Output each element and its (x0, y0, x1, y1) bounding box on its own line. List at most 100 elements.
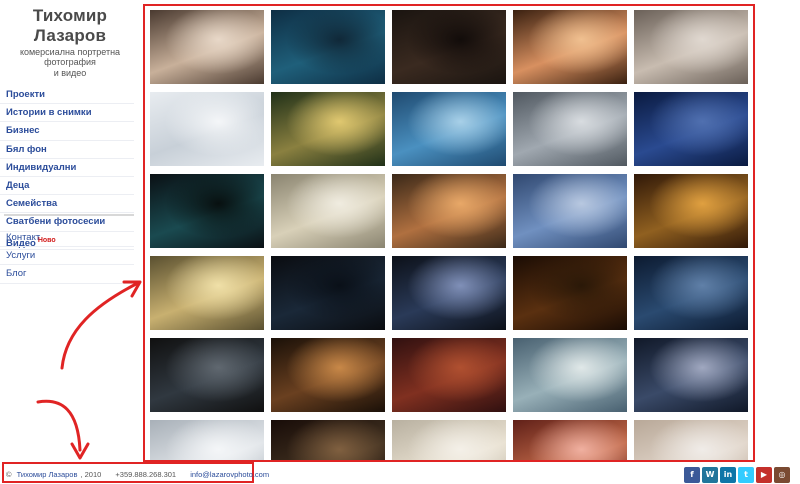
thumb-photo (150, 10, 264, 84)
twitter-icon[interactable]: t (738, 467, 754, 483)
thumb-candle-writer[interactable] (513, 256, 627, 330)
footer-email-link[interactable]: info@lazarovphoto.com (190, 470, 269, 479)
thumb-photo (513, 420, 627, 460)
thumb-snow-fight[interactable] (150, 92, 264, 166)
thumb-trading-screens[interactable] (271, 256, 385, 330)
thumb-sunlit-forest[interactable] (271, 92, 385, 166)
footer-phone: +359.888.268.301 (115, 470, 177, 479)
thumb-photo (392, 338, 506, 412)
nav-item-label: Бял фон (6, 143, 47, 155)
footer: © Тихомир Лазаров, 2010 +359.888.268.301… (6, 470, 272, 479)
thumb-photo (634, 420, 748, 460)
thumb-photo (271, 256, 385, 330)
nav-item-families[interactable]: Семейства (0, 195, 134, 214)
thumb-pool-table[interactable] (150, 174, 264, 248)
thumb-car-shopping[interactable] (392, 92, 506, 166)
thumb-window-light[interactable] (271, 174, 385, 248)
thumb-photo (271, 92, 385, 166)
thumb-photo (392, 256, 506, 330)
nav-item-label: Блог (6, 268, 27, 280)
nav-item-label: Индивидуални (6, 161, 77, 173)
thumb-photo (271, 10, 385, 84)
linkedin-icon[interactable]: in (720, 467, 736, 483)
nav-item-children[interactable]: Деца (0, 177, 134, 196)
nav-item-label: Контакт (6, 232, 41, 243)
thumb-photo (150, 92, 264, 166)
thumb-photo (150, 174, 264, 248)
thumb-underwater-woman[interactable] (271, 10, 385, 84)
thumb-mountain-sunset[interactable] (392, 174, 506, 248)
nav-item-contact[interactable]: Контакт (0, 229, 134, 248)
nav-item-label: Проекти (6, 89, 45, 100)
thumb-wedding-blue[interactable] (634, 92, 748, 166)
nav-item-photo-stories[interactable]: Истории в снимки (0, 104, 134, 123)
thumb-portrait-woman[interactable] (513, 10, 627, 84)
footer-author-link[interactable]: Тихомир Лазаров (17, 470, 78, 479)
thumb-photo (392, 420, 506, 460)
thumb-photo (271, 174, 385, 248)
thumb-photo (150, 420, 264, 460)
thumb-piano-room[interactable] (150, 10, 264, 84)
thumb-photo (634, 10, 748, 84)
site-tagline-2: и видео (53, 68, 87, 78)
thumb-woman-closeup[interactable] (513, 420, 627, 460)
youtube-icon[interactable]: ▶ (756, 467, 772, 483)
nav-divider (4, 214, 134, 216)
site-tagline: комерсиална портретна фотография (19, 47, 121, 67)
thumb-dark-hall[interactable] (271, 420, 385, 460)
wordpress-icon[interactable]: W (702, 467, 718, 483)
thumb-forest-sunset[interactable] (634, 174, 748, 248)
thumb-white-columns[interactable] (392, 420, 506, 460)
thumb-photo (271, 338, 385, 412)
thumb-businessman-car[interactable] (513, 92, 627, 166)
thumb-photo (150, 256, 264, 330)
nav-item-label: Истории в снимки (6, 107, 92, 119)
thumb-photo (513, 338, 627, 412)
nav-item-blog[interactable]: Блог (0, 265, 134, 284)
instagram-icon[interactable]: ◎ (774, 467, 790, 483)
thumb-photo (513, 174, 627, 248)
gallery-highlight-box (143, 4, 755, 462)
nav-item-business[interactable]: Бизнес (0, 122, 134, 141)
thumb-reading-lamp[interactable] (271, 338, 385, 412)
footer-year: , 2010 (80, 470, 102, 479)
thumb-typewriter[interactable] (634, 10, 748, 84)
thumb-bright-room[interactable] (634, 420, 748, 460)
secondary-nav: Контакт Услуги Блог (0, 229, 134, 284)
thumb-clock-room[interactable] (392, 338, 506, 412)
site-title[interactable]: Тихомир Лазаров (0, 6, 140, 46)
nav-item-services[interactable]: Услуги (0, 247, 134, 266)
thumb-photo (513, 92, 627, 166)
thumb-guitarist[interactable] (392, 256, 506, 330)
thumb-dark-doorway[interactable] (392, 10, 506, 84)
nav-item-label: Семейства (6, 198, 58, 210)
social-links: f Win t ▶ ◎ (684, 467, 790, 483)
copyright-symbol: © (6, 470, 12, 479)
thumb-lakeside-bride[interactable] (513, 338, 627, 412)
thumb-photo (271, 420, 385, 460)
thumb-photo (513, 256, 627, 330)
thumb-photo (392, 174, 506, 248)
thumb-mountain-woman[interactable] (513, 174, 627, 248)
nav-item-label: Сватбени фотосесии (6, 216, 106, 228)
nav-item-individual[interactable]: Индивидуални (0, 159, 134, 177)
nav-item-white-background[interactable]: Бял фон (0, 141, 134, 159)
nav-item-label: Бизнес (6, 125, 40, 137)
thumb-photo (634, 92, 748, 166)
nav-item-projects[interactable]: Проекти (0, 86, 134, 105)
nav-item-label: Деца (6, 179, 30, 191)
facebook-icon[interactable]: f (684, 467, 700, 483)
thumb-blue-pillars[interactable] (634, 256, 748, 330)
thumb-snow-rider[interactable] (150, 420, 264, 460)
brand-header[interactable]: Тихомир Лазаров комерсиална портретна фо… (0, 0, 140, 78)
thumb-photo (634, 256, 748, 330)
thumb-photo (392, 92, 506, 166)
main-nav: Проекти Истории в снимки Бизнес Бял фон … (0, 86, 140, 250)
thumb-car-headlights[interactable] (150, 338, 264, 412)
thumb-lake-dock[interactable] (150, 256, 264, 330)
nav-item-label: Услуги (6, 250, 36, 262)
sidebar: Тихомир Лазаров комерсиална портретна фо… (0, 0, 140, 460)
thumb-photo (150, 338, 264, 412)
thumb-photo (392, 10, 506, 84)
thumb-night-wedding[interactable] (634, 338, 748, 412)
